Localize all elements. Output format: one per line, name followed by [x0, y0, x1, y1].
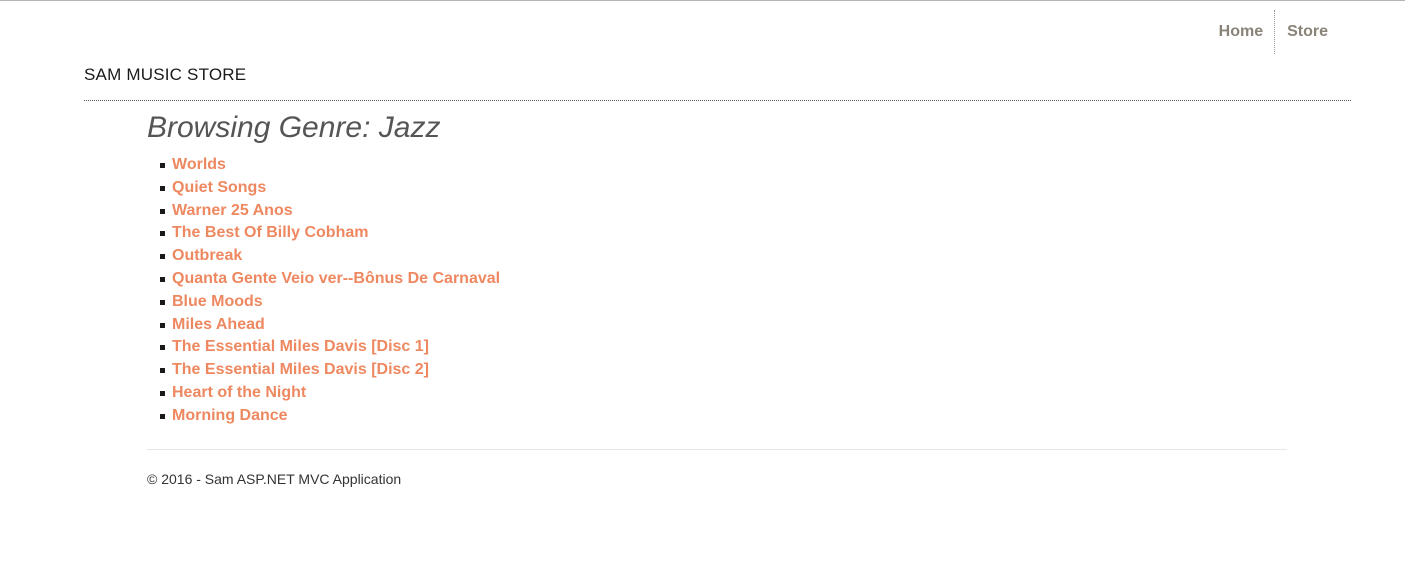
- site-brand: SAM MUSIC STORE: [84, 65, 247, 84]
- album-link[interactable]: Outbreak: [172, 247, 242, 264]
- bullet-icon: [160, 254, 165, 260]
- list-item: Blue Moods: [147, 291, 1287, 314]
- album-link[interactable]: The Essential Miles Davis [Disc 2]: [172, 361, 429, 378]
- bullet-icon: [160, 163, 165, 168]
- bullet-icon: [160, 185, 165, 191]
- bullet-icon: [160, 276, 165, 282]
- list-item: The Essential Miles Davis [Disc 2]: [147, 359, 1287, 382]
- bullet-icon: [160, 390, 165, 396]
- album-link[interactable]: Quiet Songs: [172, 179, 266, 196]
- footer-copyright: © 2016 - Sam ASP.NET MVC Application: [147, 471, 402, 487]
- album-link[interactable]: Miles Ahead: [172, 316, 265, 333]
- nav-store-link[interactable]: Store: [1276, 10, 1339, 54]
- header-divider: [84, 100, 1351, 101]
- album-link[interactable]: Blue Moods: [172, 293, 263, 310]
- list-item: Quiet Songs: [147, 177, 1287, 200]
- album-link[interactable]: Heart of the Night: [172, 384, 306, 401]
- bullet-icon: [160, 299, 165, 305]
- bullet-icon: [160, 231, 165, 237]
- bullet-icon: [160, 208, 165, 214]
- page-title: Browsing Genre: Jazz: [147, 111, 441, 144]
- album-link[interactable]: The Best Of Billy Cobham: [172, 224, 368, 241]
- list-item: Worlds: [147, 154, 1287, 177]
- list-item: Miles Ahead: [147, 314, 1287, 337]
- bullet-icon: [160, 413, 165, 419]
- nav-home-link[interactable]: Home: [1208, 10, 1274, 54]
- album-link[interactable]: Morning Dance: [172, 407, 288, 424]
- album-link[interactable]: Quanta Gente Veio ver--Bônus De Carnaval: [172, 270, 500, 287]
- bullet-icon: [160, 345, 165, 351]
- list-item: Heart of the Night: [147, 382, 1287, 405]
- main-content: Browsing Genre: Jazz Worlds Quiet Songs …: [147, 108, 1287, 428]
- main-nav: Home Store: [1208, 10, 1339, 54]
- album-link[interactable]: The Essential Miles Davis [Disc 1]: [172, 338, 429, 355]
- footer-divider: [147, 449, 1287, 450]
- top-border: [0, 0, 1405, 1]
- bullet-icon: [160, 368, 165, 374]
- list-item: Quanta Gente Veio ver--Bônus De Carnaval: [147, 268, 1287, 291]
- list-item: The Best Of Billy Cobham: [147, 222, 1287, 245]
- album-link[interactable]: Warner 25 Anos: [172, 202, 293, 219]
- list-item: Warner 25 Anos: [147, 200, 1287, 223]
- album-list: Worlds Quiet Songs Warner 25 Anos The Be…: [147, 154, 1287, 428]
- list-item: The Essential Miles Davis [Disc 1]: [147, 336, 1287, 359]
- list-item: Outbreak: [147, 245, 1287, 268]
- album-link[interactable]: Worlds: [172, 156, 226, 173]
- bullet-icon: [160, 322, 165, 328]
- list-item: Morning Dance: [147, 405, 1287, 428]
